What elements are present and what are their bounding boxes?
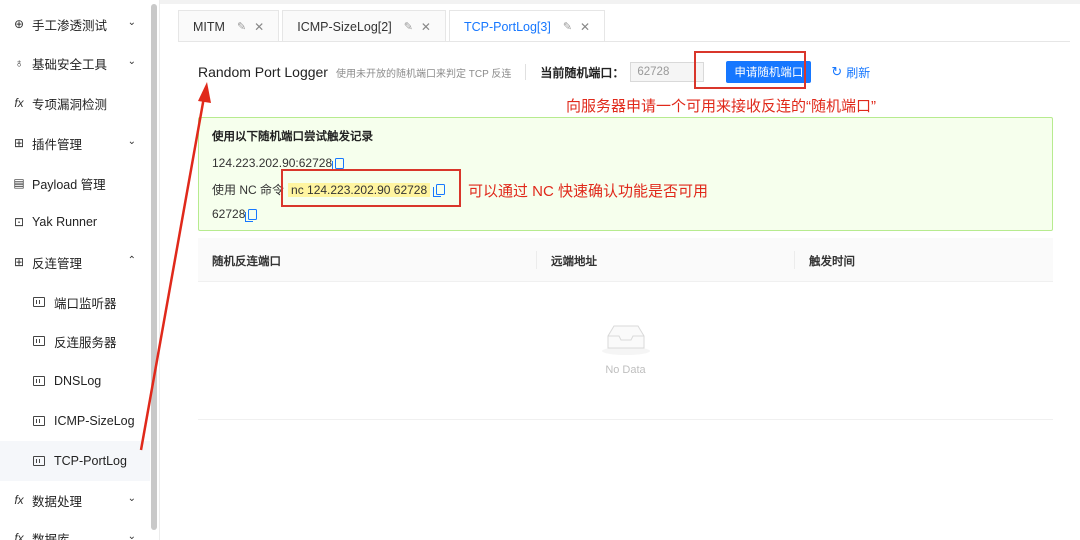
table-empty-state: No Data: [198, 282, 1053, 420]
highlight-box-request-button: [694, 51, 806, 89]
sidebar-item-label: 基础安全工具: [32, 57, 108, 72]
sidebar-scrollbar[interactable]: [151, 4, 157, 530]
chevron-down-icon: ⌄: [127, 493, 136, 504]
sidebar-item-label: 反连管理: [32, 256, 83, 271]
sidebar-item-data-processing[interactable]: fx 数据处理 ⌄: [0, 480, 150, 520]
sidebar-item-manual-pentest[interactable]: ⊕ 手工渗透测试 ⌄: [0, 4, 150, 44]
chevron-down-icon: ⌄: [127, 17, 136, 28]
window-icon: [33, 336, 45, 346]
sidebar-item-reverse[interactable]: ⊞ 反连管理 ⌃: [0, 242, 150, 282]
column-header-remote-address[interactable]: 远端地址: [551, 253, 597, 269]
tab-icmp-sizelog[interactable]: ICMP-SizeLog[2] ✎ ✕: [282, 10, 446, 42]
window-icon: [33, 297, 45, 307]
column-header-random-port[interactable]: 随机反连端口: [212, 253, 281, 269]
sidebar-item-label: 插件管理: [32, 137, 83, 152]
column-header-trigger-time[interactable]: 触发时间: [809, 253, 855, 269]
main-content: MITM ✎ ✕ ICMP-SizeLog[2] ✎ ✕ TCP-PortLog…: [168, 0, 1080, 540]
sidebar-item-payload[interactable]: ▤ Payload 管理: [0, 163, 150, 203]
window-icon: [33, 376, 45, 386]
copy-icon[interactable]: [332, 157, 345, 171]
tab-label: MITM: [193, 19, 225, 34]
window-icon: [33, 456, 45, 466]
tab-label: TCP-PortLog[3]: [463, 19, 551, 34]
sidebar: ⊕ 手工渗透测试 ⌄ ♁ 基础安全工具 ⌄ fx 专项漏洞检测 ⊞ 插件管理 ⌄…: [0, 0, 160, 540]
notice-port-row: 62728: [212, 207, 258, 222]
sidebar-subitem-tcp-portlog[interactable]: TCP-PortLog: [0, 441, 150, 481]
chevron-down-icon: ⌄: [127, 56, 136, 67]
sidebar-subitem-icmp-sizelog[interactable]: ICMP-SizeLog: [0, 401, 150, 441]
edit-icon[interactable]: ✎: [404, 20, 413, 33]
database-icon: fx: [14, 531, 24, 540]
window-icon: [33, 416, 45, 426]
annotation-nc-check: 可以通过 NC 快速确认功能是否可用: [468, 183, 709, 200]
notice-port: 62728: [212, 207, 246, 221]
terminal-icon: ⊡: [13, 215, 25, 229]
refresh-icon: ↻: [831, 64, 843, 79]
sidebar-subitem-reverse-server[interactable]: 反连服务器: [0, 321, 150, 361]
sidebar-item-label: 数据处理: [32, 494, 83, 509]
payload-icon: ▤: [13, 176, 25, 190]
sidebar-subitem-dnslog[interactable]: DNSLog: [0, 361, 150, 401]
sidebar-item-plugins[interactable]: ⊞ 插件管理 ⌄: [0, 123, 150, 163]
edit-icon[interactable]: ✎: [237, 20, 246, 33]
close-icon[interactable]: ✕: [421, 20, 431, 34]
chevron-down-icon: ⌄: [127, 136, 136, 147]
sidebar-item-label: Yak Runner: [32, 215, 98, 229]
sidebar-subitem-label: DNSLog: [54, 374, 102, 388]
sidebar-subitem-label: ICMP-SizeLog: [54, 414, 135, 428]
tab-divider: [178, 41, 1070, 42]
function-icon: fx: [14, 493, 24, 507]
target-icon: ⊕: [13, 17, 25, 31]
refresh-label: 刷新: [846, 65, 871, 80]
sidebar-subitem-label: 反连服务器: [54, 335, 117, 350]
highlight-box-nc-command: [281, 169, 461, 207]
chevron-down-icon: ⌄: [127, 531, 136, 540]
close-icon[interactable]: ✕: [580, 20, 590, 34]
sidebar-item-label: 专项漏洞检测: [32, 97, 108, 112]
sidebar-subitem-label: TCP-PortLog: [54, 454, 127, 468]
refresh-button[interactable]: ↻ 刷新: [831, 64, 870, 81]
sidebar-subitem-label: 端口监听器: [54, 296, 117, 311]
notice-address-row: 124.223.202.90:62728: [212, 156, 345, 171]
header-divider: [525, 64, 527, 80]
sidebar-item-basic-tools[interactable]: ♁ 基础安全工具 ⌄: [0, 43, 150, 83]
notice-title: 使用以下随机端口尝试触发记录: [212, 131, 373, 143]
tab-tcp-portlog[interactable]: TCP-PortLog[3] ✎ ✕: [448, 10, 606, 42]
sidebar-item-vuln-detect[interactable]: fx 专项漏洞检测: [0, 83, 150, 123]
chevron-up-icon: ⌃: [127, 255, 136, 266]
page-title: Random Port Logger: [198, 64, 328, 80]
tab-mitm[interactable]: MITM ✎ ✕: [178, 10, 280, 42]
sidebar-item-label: 数据库: [32, 532, 70, 540]
sidebar-item-label: Payload 管理: [32, 177, 106, 192]
copy-icon[interactable]: [245, 208, 258, 222]
edit-icon[interactable]: ✎: [563, 20, 572, 33]
sidebar-item-label: 手工渗透测试: [32, 18, 108, 33]
current-port-label: 当前随机端口：: [540, 65, 625, 80]
sidebar-subitem-port-listener[interactable]: 端口监听器: [0, 282, 150, 322]
reverse-icon: ⊞: [13, 255, 25, 269]
annotation-request-port: 向服务器申请一个可用来接收反连的“随机端口”: [566, 98, 876, 115]
table-header: 随机反连端口 远端地址 触发时间: [198, 238, 1053, 282]
tools-icon: ♁: [14, 56, 24, 70]
plugin-icon: ⊞: [13, 136, 25, 150]
sidebar-item-yak-runner[interactable]: ⊡ Yak Runner: [0, 202, 150, 242]
empty-text: No Data: [605, 364, 646, 376]
function-icon: fx: [14, 96, 24, 110]
notice-address: 124.223.202.90:62728: [212, 156, 333, 170]
close-icon[interactable]: ✕: [254, 20, 264, 34]
empty-inbox-icon: [602, 325, 650, 355]
sidebar-item-database[interactable]: fx 数据库 ⌄: [0, 518, 150, 540]
column-separator: [794, 251, 795, 269]
page-subtitle: 使用未开放的随机端口来判定 TCP 反连: [335, 68, 512, 80]
column-separator: [536, 251, 537, 269]
notice-nc-prefix: 使用 NC 命令: [212, 183, 285, 197]
tab-label: ICMP-SizeLog[2]: [297, 19, 392, 34]
tab-bar: MITM ✎ ✕ ICMP-SizeLog[2] ✎ ✕ TCP-PortLog…: [178, 10, 608, 42]
page-header: Random Port Logger 使用未开放的随机端口来判定 TCP 反连 …: [198, 60, 1068, 84]
